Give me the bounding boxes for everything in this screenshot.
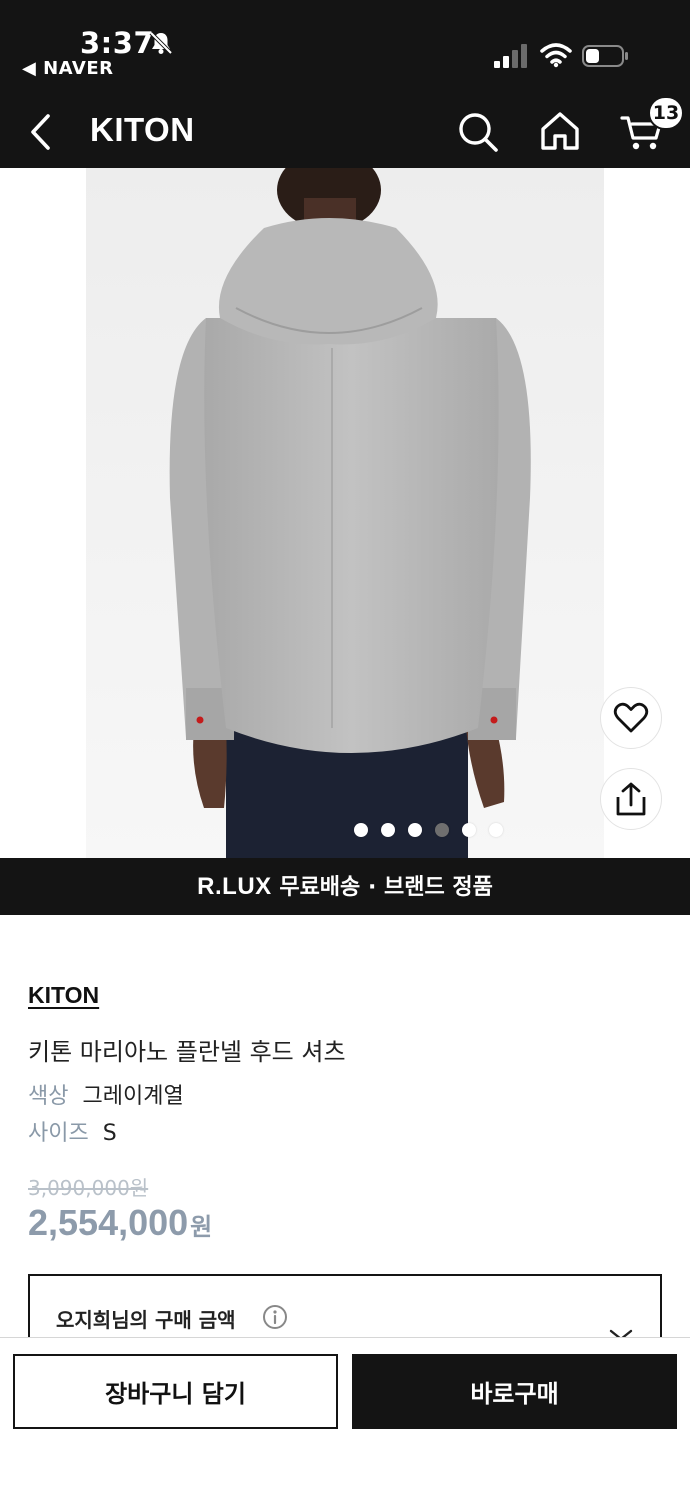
status-bar: 3:37 ◀ NAVER xyxy=(0,0,690,96)
size-option: 사이즈 S xyxy=(28,1115,117,1147)
wifi-icon xyxy=(540,43,572,68)
search-icon[interactable] xyxy=(456,110,500,154)
original-price: 3,090,000원 xyxy=(28,1176,149,1200)
banner-text: 무료배송 · 브랜드 정품 xyxy=(271,875,493,900)
color-value: 그레이계열 xyxy=(82,1084,184,1109)
battery-icon xyxy=(582,45,628,67)
status-time: 3:37 xyxy=(80,26,155,60)
bell-slash-icon xyxy=(149,31,173,55)
color-label: 색상 xyxy=(28,1084,69,1109)
back-chevron-icon[interactable] xyxy=(22,110,62,154)
size-value: S xyxy=(102,1121,117,1146)
brand-link[interactable]: KITON xyxy=(28,982,99,1009)
info-icon[interactable] xyxy=(262,1304,288,1330)
home-icon[interactable] xyxy=(537,108,583,154)
product-name: 키톤 마리아노 플란넬 후드 셔츠 xyxy=(28,1038,346,1066)
share-button[interactable] xyxy=(600,768,662,830)
signal-icon xyxy=(494,44,527,68)
image-pagination xyxy=(354,823,503,837)
heart-icon xyxy=(613,702,649,733)
pagination-dot[interactable] xyxy=(462,823,476,837)
buy-now-button[interactable]: 바로구매 xyxy=(352,1354,677,1429)
page-title: KITON xyxy=(90,111,195,148)
free-shipping-banner: R.LUX 무료배송 · 브랜드 정품 xyxy=(0,858,690,915)
product-photo-illustration xyxy=(86,168,604,858)
pagination-dot[interactable] xyxy=(489,823,503,837)
color-option: 색상 그레이계열 xyxy=(28,1078,184,1110)
back-to-app-link[interactable]: ◀ NAVER xyxy=(22,58,113,79)
share-icon xyxy=(616,782,646,816)
sale-price-amount: 2,554,000 xyxy=(28,1202,189,1243)
pagination-dot-active[interactable] xyxy=(435,823,449,837)
pagination-dot[interactable] xyxy=(408,823,422,837)
add-to-cart-button[interactable]: 장바구니 담기 xyxy=(13,1354,338,1429)
banner-brand: R.LUX xyxy=(197,873,272,900)
pagination-dot[interactable] xyxy=(381,823,395,837)
cart-count-badge: 13 xyxy=(648,96,684,130)
sale-price-currency: 원 xyxy=(190,1213,213,1241)
product-gallery[interactable] xyxy=(0,168,690,858)
product-image[interactable] xyxy=(86,168,604,858)
purchase-amount-title: 오지희님의 구매 금액 xyxy=(56,1308,236,1332)
top-nav-bar: KITON xyxy=(0,96,690,168)
like-button[interactable] xyxy=(600,687,662,749)
size-label: 사이즈 xyxy=(28,1121,89,1146)
sale-price: 2,554,000원 xyxy=(28,1202,212,1244)
pagination-dot[interactable] xyxy=(354,823,368,837)
bottom-action-bar: 장바구니 담기 바로구매 xyxy=(0,1337,690,1500)
